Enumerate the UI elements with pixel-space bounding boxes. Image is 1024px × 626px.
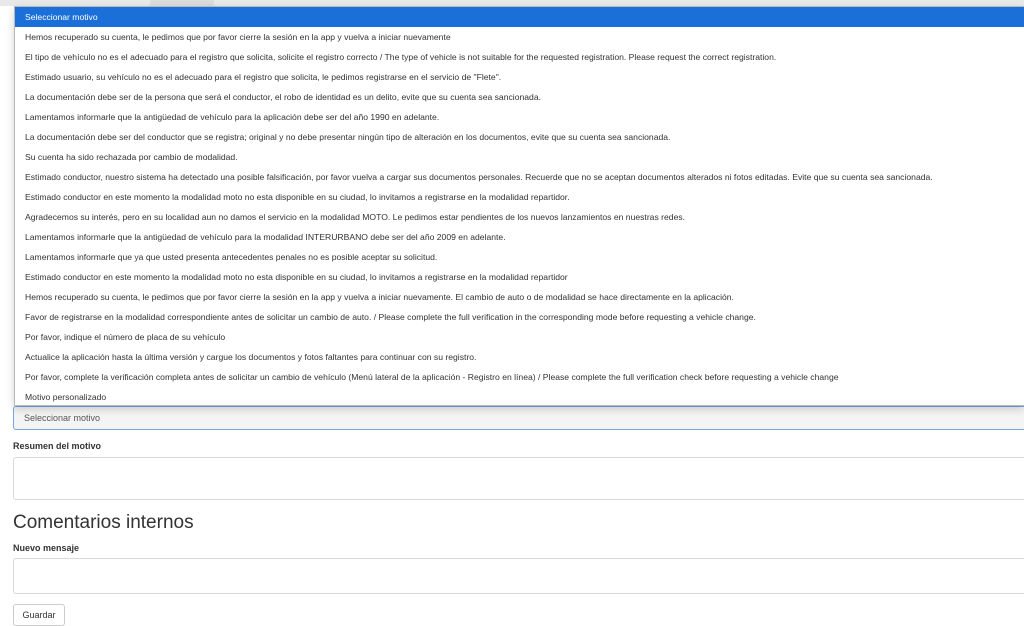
new-message-textarea[interactable] — [13, 558, 1024, 594]
dropdown-option[interactable]: Su cuenta ha sido rechazada por cambio d… — [15, 147, 1024, 167]
dropdown-option[interactable]: Lamentamos informarle que ya que usted p… — [15, 247, 1024, 267]
summary-textarea[interactable] — [13, 457, 1024, 500]
dropdown-option[interactable]: Actualice la aplicación hasta la última … — [15, 347, 1024, 367]
motivo-select[interactable]: Seleccionar motivo — [13, 406, 1024, 430]
save-button[interactable]: Guardar — [13, 604, 65, 626]
dropdown-option[interactable]: Hemos recuperado su cuenta, le pedimos q… — [15, 287, 1024, 307]
new-message-label: Nuevo mensaje — [13, 543, 80, 553]
dropdown-option-selected[interactable]: Seleccionar motivo — [15, 7, 1024, 27]
motivo-dropdown-list[interactable]: Seleccionar motivo Hemos recuperado su c… — [14, 6, 1024, 406]
dropdown-option[interactable]: Por favor, complete la verificación comp… — [15, 367, 1024, 387]
dropdown-option-custom[interactable]: Motivo personalizado — [15, 387, 1024, 407]
dropdown-option[interactable]: Favor de registrarse en la modalidad cor… — [15, 307, 1024, 327]
dropdown-option[interactable]: Estimado conductor, nuestro sistema ha d… — [15, 167, 1024, 187]
dropdown-option[interactable]: Estimado conductor en este momento la mo… — [15, 187, 1024, 207]
dropdown-option[interactable]: Por favor, indique el número de placa de… — [15, 327, 1024, 347]
dropdown-option[interactable]: Agradecemos su interés, pero en su local… — [15, 207, 1024, 227]
dropdown-option[interactable]: La documentación debe ser del conductor … — [15, 127, 1024, 147]
dropdown-option[interactable]: Lamentamos informarle que la antigüedad … — [15, 227, 1024, 247]
dropdown-option[interactable]: Estimado usuario, su vehículo no es el a… — [15, 67, 1024, 87]
dropdown-option[interactable]: Hemos recuperado su cuenta, le pedimos q… — [15, 27, 1024, 47]
comments-section-title: Comentarios internos — [13, 512, 194, 533]
dropdown-option[interactable]: Lamentamos informarle que la antigüedad … — [15, 107, 1024, 127]
dropdown-option[interactable]: Estimado conductor en este momento la mo… — [15, 267, 1024, 287]
dropdown-option[interactable]: La documentación debe ser de la persona … — [15, 87, 1024, 107]
dropdown-option[interactable]: El tipo de vehículo no es el adecuado pa… — [15, 47, 1024, 67]
summary-label: Resumen del motivo — [13, 441, 102, 451]
